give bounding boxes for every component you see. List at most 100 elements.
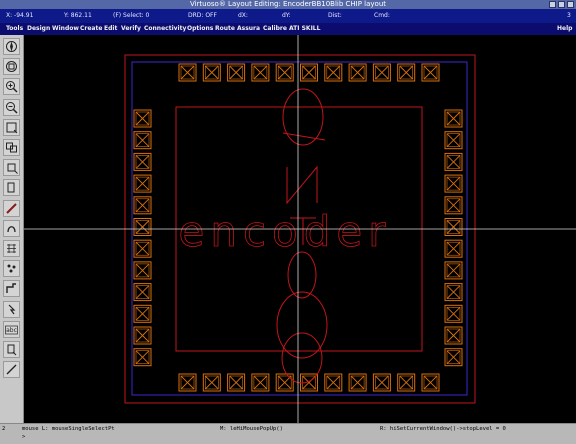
pad-top-4 xyxy=(251,63,270,82)
pad-right-12 xyxy=(444,348,463,367)
menu-verify[interactable]: Verify xyxy=(121,23,141,35)
pad-left-2 xyxy=(133,131,152,150)
pad-top-7 xyxy=(324,63,343,82)
pad-left-4 xyxy=(133,174,152,193)
move-icon xyxy=(8,304,16,314)
pad-right-8 xyxy=(444,261,463,280)
tool-palette: abc xyxy=(0,35,24,423)
pad-left-11 xyxy=(133,326,152,345)
pad-right-7 xyxy=(444,239,463,258)
menu-edit[interactable]: Edit xyxy=(104,23,117,35)
dist-readout: Dist: xyxy=(328,12,342,19)
layout-canvas[interactable]: encoder xyxy=(24,35,576,423)
wire-tool-button[interactable] xyxy=(3,280,20,298)
mouse-middle-binding: M: leHiMousePopUp() xyxy=(220,426,283,432)
pad-top-8 xyxy=(348,63,367,82)
zoom-fit-tool-button[interactable] xyxy=(3,58,20,76)
pad-right-9 xyxy=(444,283,463,302)
menu-bar: Tools Design Window Create Edit Verify C… xyxy=(0,23,576,35)
save-icon xyxy=(6,122,18,134)
pad-top-3 xyxy=(227,63,246,82)
pad-bottom-5 xyxy=(275,373,294,392)
menu-connectivity[interactable]: Connectivity xyxy=(144,23,186,35)
instance-icon xyxy=(7,244,16,253)
pad-left-6 xyxy=(133,218,152,236)
pin-tool-button[interactable] xyxy=(3,260,20,278)
dx-readout: dX: xyxy=(238,12,248,19)
close-button[interactable] xyxy=(567,1,574,8)
path-tool-button[interactable] xyxy=(3,199,20,217)
zoom-in-tool-button[interactable] xyxy=(3,78,20,96)
pad-top-6 xyxy=(300,63,318,82)
menu-route[interactable]: Route xyxy=(215,23,235,35)
stretch-icon xyxy=(7,163,18,175)
x-coordinate: X: -94.91 xyxy=(6,12,34,19)
polygon-tool-button[interactable] xyxy=(3,219,20,237)
pad-bottom-2 xyxy=(202,373,221,392)
menu-calibre[interactable]: Calibre xyxy=(263,23,287,35)
menu-help[interactable]: Help xyxy=(557,23,572,35)
label-tool-button[interactable]: abc xyxy=(3,320,20,338)
stretch-tool-button[interactable] xyxy=(3,159,20,177)
pad-left-10 xyxy=(133,304,152,323)
zoom-in-icon xyxy=(6,81,18,93)
window-number: 3 xyxy=(567,12,571,19)
pad-left-7 xyxy=(133,239,152,258)
pad-top-9 xyxy=(372,63,391,82)
copy-tool-button[interactable] xyxy=(3,139,20,156)
bottom-bar: mouse L: mouseSingleSelectPt M: leHiMous… xyxy=(0,423,576,444)
instance-tool-button[interactable] xyxy=(3,240,20,257)
menu-create[interactable]: Create xyxy=(80,23,102,35)
pad-left-1 xyxy=(133,109,152,128)
menu-design[interactable]: Design xyxy=(27,23,50,35)
drd-status: DRD: OFF xyxy=(188,12,217,19)
compass-icon xyxy=(6,41,17,52)
rectangle-icon xyxy=(7,182,15,193)
ruler-icon xyxy=(6,364,17,375)
menu-window[interactable]: Window xyxy=(52,23,79,35)
y-coordinate: Y: 862.11 xyxy=(64,12,92,19)
maximize-button[interactable] xyxy=(558,1,565,8)
logo-letter-b-upper-ring xyxy=(276,291,328,359)
pad-left-3 xyxy=(133,152,152,171)
pad-bottom-8 xyxy=(348,373,367,392)
zoom-out-icon xyxy=(6,101,18,114)
zoom-out-tool-button[interactable] xyxy=(3,98,20,116)
pad-bottom-11 xyxy=(421,373,440,392)
search-icon xyxy=(7,344,17,356)
polygon-icon xyxy=(7,225,16,232)
menu-options[interactable]: Options xyxy=(187,23,213,35)
ruler-tool-button[interactable] xyxy=(3,361,20,379)
pad-right-3 xyxy=(444,152,463,171)
move-tool-button[interactable] xyxy=(3,300,20,318)
pad-top-1 xyxy=(178,63,197,82)
minimize-button[interactable] xyxy=(549,1,556,8)
menu-assura[interactable]: Assura xyxy=(237,23,260,35)
window-title: Virtuoso® Layout Editing: EncoderBB10Bli… xyxy=(189,0,387,8)
svg-text:abc: abc xyxy=(6,327,17,334)
search-tool-button[interactable] xyxy=(3,341,20,358)
logo-letter-e-ring xyxy=(287,251,317,299)
command-prompt[interactable]: > xyxy=(22,434,25,440)
pad-bottom-1 xyxy=(178,373,197,392)
save-tool-button[interactable] xyxy=(3,118,20,136)
wire-icon xyxy=(6,283,16,294)
pad-left-12 xyxy=(133,348,152,367)
pad-right-4 xyxy=(444,174,463,193)
pad-bottom-7 xyxy=(324,373,343,392)
menu-ati-skill[interactable]: ATI SKILL xyxy=(289,23,320,35)
pad-left-9 xyxy=(133,283,152,302)
window-title-bar: Virtuoso® Layout Editing: EncoderBB10Bli… xyxy=(0,0,576,9)
rectangle-tool-button[interactable] xyxy=(3,179,20,197)
pad-top-11 xyxy=(421,63,440,82)
menu-tools[interactable]: Tools xyxy=(6,23,23,35)
compass-tool-button[interactable] xyxy=(3,38,20,55)
label-icon: abc xyxy=(5,325,18,335)
pad-left-8 xyxy=(133,261,152,280)
pad-top-2 xyxy=(202,63,221,82)
window-number-bottom: 2 xyxy=(2,426,6,432)
pad-bottom-3 xyxy=(227,373,246,392)
path-icon xyxy=(6,202,17,214)
pad-left-5 xyxy=(133,196,152,215)
pad-right-1 xyxy=(444,109,463,128)
